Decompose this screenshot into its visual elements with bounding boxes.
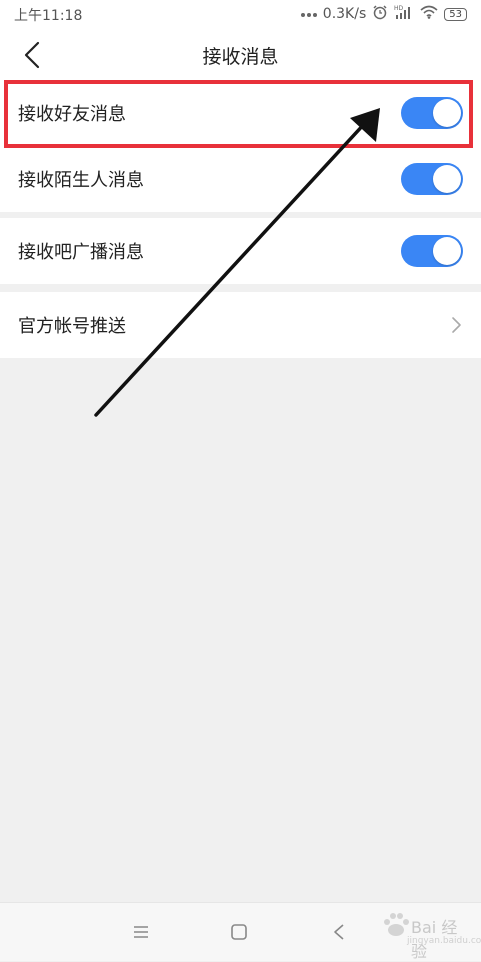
setting-label: 接收吧广播消息 [18, 242, 144, 263]
broadcast-messages-toggle[interactable] [401, 235, 463, 267]
network-speed: 0.3K/s [322, 6, 367, 22]
settings-section-3: 官方帐号推送 [0, 292, 481, 358]
alarm-icon [372, 4, 388, 24]
page-title: 接收消息 [202, 46, 279, 68]
status-bar: 上午11:18 0.3K/s HD 53 [0, 0, 481, 28]
settings-section-2: 接收吧广播消息 [0, 218, 481, 284]
home-square-icon [231, 924, 247, 940]
hd-signal-icon: HD [394, 4, 414, 24]
setting-row-stranger-messages: 接收陌生人消息 [0, 146, 481, 212]
stranger-messages-toggle[interactable] [401, 163, 463, 195]
setting-row-broadcast-messages: 接收吧广播消息 [0, 218, 481, 284]
wifi-icon [420, 5, 438, 23]
chevron-right-icon [452, 317, 461, 333]
settings-section-1: 接收好友消息 接收陌生人消息 [0, 80, 481, 212]
back-triangle-icon [334, 924, 344, 940]
toggle-knob [433, 165, 461, 193]
toggle-knob [433, 237, 461, 265]
friend-messages-toggle[interactable] [401, 97, 463, 129]
status-time: 上午11:18 [14, 8, 83, 24]
setting-row-friend-messages: 接收好友消息 [0, 80, 481, 146]
header-bar: 接收消息 [0, 28, 481, 80]
setting-label: 接收好友消息 [18, 104, 126, 125]
menu-icon [134, 926, 148, 938]
status-icons: 0.3K/s HD 53 [300, 4, 467, 24]
menu-button[interactable] [130, 921, 152, 943]
watermark: Bai 经验 jingyan.baidu.com [381, 906, 481, 961]
setting-label: 官方帐号推送 [18, 316, 126, 337]
toggle-knob [433, 99, 461, 127]
battery-icon: 53 [444, 7, 467, 21]
setting-label: 接收陌生人消息 [18, 170, 144, 191]
system-back-button[interactable] [328, 921, 350, 943]
dots-icon [300, 6, 317, 22]
watermark-url: jingyan.baidu.com [407, 936, 481, 946]
svg-text:HD: HD [394, 5, 404, 12]
setting-row-official-push[interactable]: 官方帐号推送 [0, 292, 481, 358]
home-button[interactable] [228, 921, 250, 943]
